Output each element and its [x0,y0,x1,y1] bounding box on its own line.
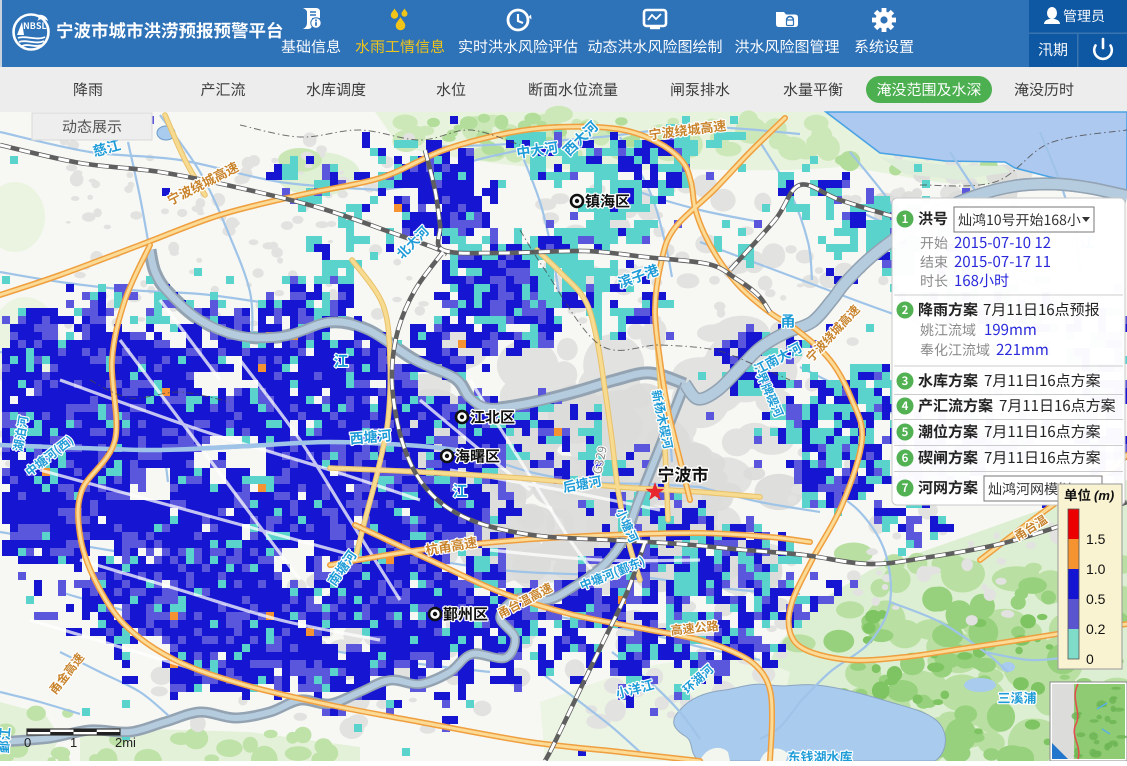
svg-text:1: 1 [70,735,77,750]
svg-text:1.5: 1.5 [1086,531,1106,547]
svg-text:(m): (m) [1094,488,1114,503]
svg-text:2mi: 2mi [115,735,136,750]
svg-text:0.2: 0.2 [1086,621,1106,637]
svg-text:0.5: 0.5 [1086,591,1106,607]
svg-text:0: 0 [1086,651,1094,667]
svg-text:1.0: 1.0 [1086,561,1106,577]
svg-text:0: 0 [24,735,31,750]
